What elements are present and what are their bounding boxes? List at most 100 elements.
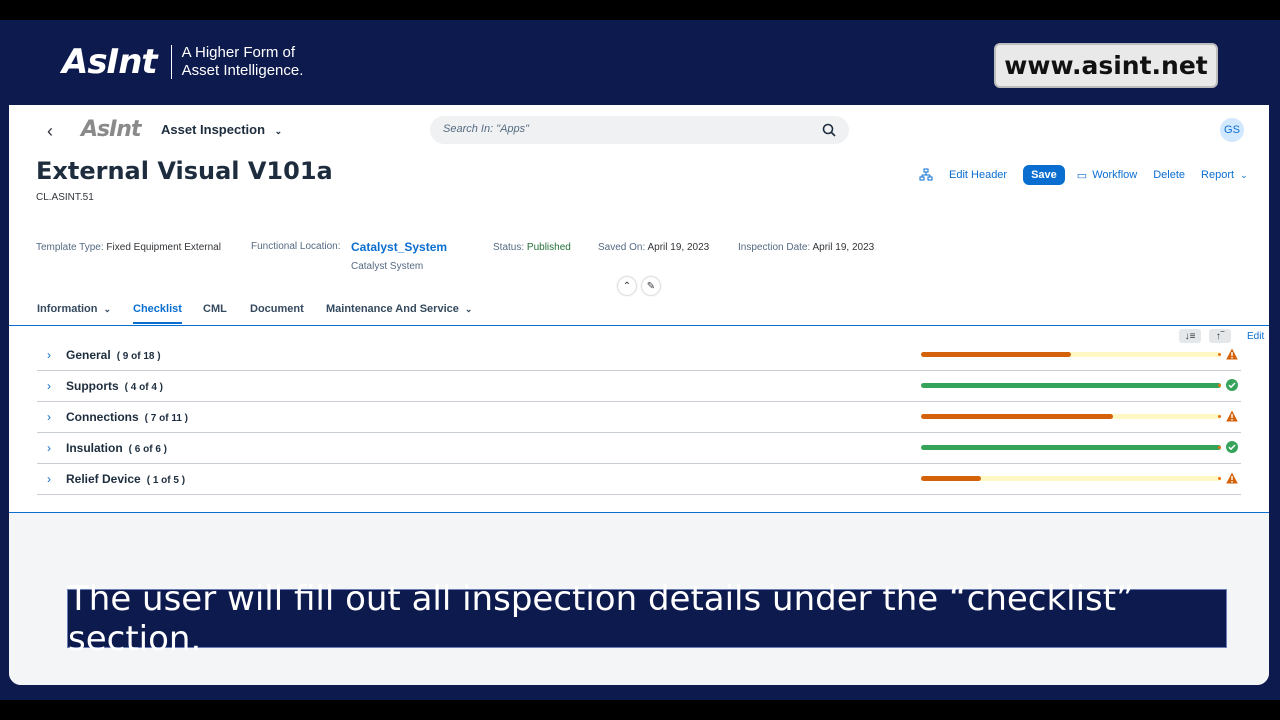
- section-name: Connections ( 7 of 11 ): [66, 410, 188, 424]
- header-actions: Edit Header Save ▭ Workflow Delete Report…: [919, 163, 1264, 187]
- section-count: ( 6 of 6 ): [128, 444, 168, 455]
- progress-bar: [921, 352, 1221, 357]
- section-title: Connections: [66, 410, 139, 424]
- status-label: Status:: [493, 242, 525, 253]
- back-icon[interactable]: ‹: [47, 121, 53, 142]
- pin-icon[interactable]: ✎: [642, 277, 660, 295]
- edit-header-button[interactable]: Edit Header: [949, 169, 1007, 181]
- progress-fill: [921, 476, 981, 481]
- search-icon[interactable]: [821, 122, 837, 138]
- warning-icon: [1226, 348, 1238, 360]
- list-item[interactable]: › General ( 9 of 18 ): [37, 340, 1241, 371]
- progress-bar: [921, 383, 1221, 388]
- inspection-date-value: April 19, 2023: [812, 242, 875, 253]
- tab-maintenance-label: Maintenance And Service: [326, 303, 459, 315]
- progress-end-dot: [1218, 353, 1221, 356]
- section-name: Relief Device ( 1 of 5 ): [66, 472, 185, 486]
- status-badge: Published: [526, 242, 571, 253]
- functional-location-label: Functional Location:: [251, 241, 341, 252]
- page-title: External Visual V101a: [36, 157, 333, 185]
- section-title: Insulation: [66, 441, 123, 455]
- section-count: ( 9 of 18 ): [116, 351, 161, 362]
- tab-document[interactable]: Document: [250, 303, 304, 315]
- inspection-date-label: Inspection Date:: [738, 242, 811, 253]
- template-type-value: Fixed Equipment External: [106, 242, 221, 253]
- hierarchy-icon[interactable]: [919, 168, 933, 182]
- tab-information-label: Information: [37, 303, 98, 315]
- saved-on-label: Saved On:: [598, 242, 646, 253]
- save-button[interactable]: Save: [1023, 165, 1065, 185]
- warning-icon: [1226, 472, 1238, 484]
- progress-fill: [921, 445, 1221, 450]
- video-frame: AsInt A Higher Form of Asset Intelligenc…: [0, 20, 1280, 700]
- section-title: Supports: [66, 379, 119, 393]
- progress-bar: [921, 414, 1221, 419]
- report-menu[interactable]: Report ⌄: [1201, 169, 1248, 181]
- section-count: ( 1 of 5 ): [146, 475, 186, 486]
- checklist-sections: › General ( 9 of 18 ) › Supports ( 4 of 4 …: [37, 340, 1241, 495]
- section-name: Insulation ( 6 of 6 ): [66, 441, 167, 455]
- list-item[interactable]: › Relief Device ( 1 of 5 ): [37, 464, 1241, 495]
- page-subtitle: CL.ASINT.51: [36, 192, 94, 203]
- saved-on: Saved On: April 19, 2023: [598, 242, 709, 253]
- progress-fill: [921, 383, 1221, 388]
- saved-on-value: April 19, 2023: [647, 242, 710, 253]
- progress-end-dot: [1218, 446, 1221, 449]
- functional-location-link[interactable]: Catalyst_System: [351, 240, 447, 254]
- tab-information[interactable]: Information ⌄: [37, 303, 111, 315]
- progress-end-dot: [1218, 415, 1221, 418]
- tagline-line-2: Asset Intelligence.: [181, 62, 304, 79]
- tab-checklist[interactable]: Checklist: [133, 303, 182, 324]
- tab-maintenance-and-service[interactable]: Maintenance And Service ⌄: [326, 303, 472, 315]
- workflow-label: Workflow: [1092, 169, 1138, 181]
- inspection-date: Inspection Date: April 19, 2023: [738, 242, 874, 253]
- delete-button[interactable]: Delete: [1153, 169, 1185, 181]
- section-title: Relief Device: [66, 472, 141, 486]
- collapse-header-icon[interactable]: ⌃: [618, 277, 636, 295]
- app-name-label: Asset Inspection: [161, 122, 266, 137]
- list-item[interactable]: › Insulation ( 6 of 6 ): [37, 433, 1241, 464]
- app-name-menu[interactable]: Asset Inspection ⌄: [161, 122, 282, 137]
- functional-location-desc: Catalyst System: [351, 261, 424, 272]
- chevron-down-icon: ⌄: [274, 126, 283, 136]
- progress-fill: [921, 414, 1113, 419]
- site-url-badge: www.asint.net: [994, 43, 1218, 88]
- section-name: Supports ( 4 of 4 ): [66, 379, 163, 393]
- chevron-right-icon[interactable]: ›: [47, 472, 51, 486]
- check-circle-icon: [1226, 441, 1238, 453]
- tab-bar: Information ⌄ Checklist CML Document Main…: [9, 295, 1269, 326]
- chevron-right-icon[interactable]: ›: [47, 348, 51, 362]
- status: Status: Published: [493, 242, 571, 253]
- list-item[interactable]: › Connections ( 7 of 11 ): [37, 402, 1241, 433]
- chevron-right-icon[interactable]: ›: [47, 410, 51, 424]
- shell-logo[interactable]: AsInt: [81, 117, 141, 142]
- edit-checklist-button[interactable]: Edit: [1247, 331, 1264, 342]
- section-count: ( 7 of 11 ): [144, 413, 189, 424]
- check-circle-icon: [1226, 379, 1238, 391]
- chevron-right-icon[interactable]: ›: [47, 441, 51, 455]
- section-name: General ( 9 of 18 ): [66, 348, 161, 362]
- avatar[interactable]: GS: [1220, 118, 1244, 142]
- template-type: Template Type: Fixed Equipment External: [36, 242, 221, 253]
- list-item[interactable]: › Supports ( 4 of 4 ): [37, 371, 1241, 402]
- chevron-down-icon: ⌄: [464, 304, 473, 314]
- section-title: General: [66, 348, 111, 362]
- template-type-label: Template Type:: [36, 242, 104, 253]
- tagline-line-1: A Higher Form of: [181, 44, 296, 61]
- chevron-down-icon: ⌄: [1240, 169, 1248, 180]
- tab-cml[interactable]: CML: [203, 303, 227, 315]
- chevron-down-icon: ⌄: [103, 304, 112, 314]
- shell-bar: ‹ AsInt Asset Inspection ⌄ Search In: "A…: [9, 105, 1269, 157]
- chevron-right-icon[interactable]: ›: [47, 379, 51, 393]
- video-caption: The user will fill out all inspection de…: [67, 579, 1227, 659]
- progress-bar: [921, 445, 1221, 450]
- report-label: Report: [1201, 169, 1235, 181]
- search-input[interactable]: Search In: "Apps": [430, 116, 849, 144]
- header-collapse-controls: ⌃ ✎: [618, 277, 660, 295]
- progress-end-dot: [1218, 384, 1221, 387]
- progress-bar: [921, 476, 1221, 481]
- workflow-icon: ▭: [1076, 169, 1088, 182]
- section-count: ( 4 of 4 ): [124, 382, 164, 393]
- workflow-button[interactable]: ▭ Workflow: [1077, 169, 1137, 182]
- functional-location-value[interactable]: Catalyst_System: [351, 240, 447, 254]
